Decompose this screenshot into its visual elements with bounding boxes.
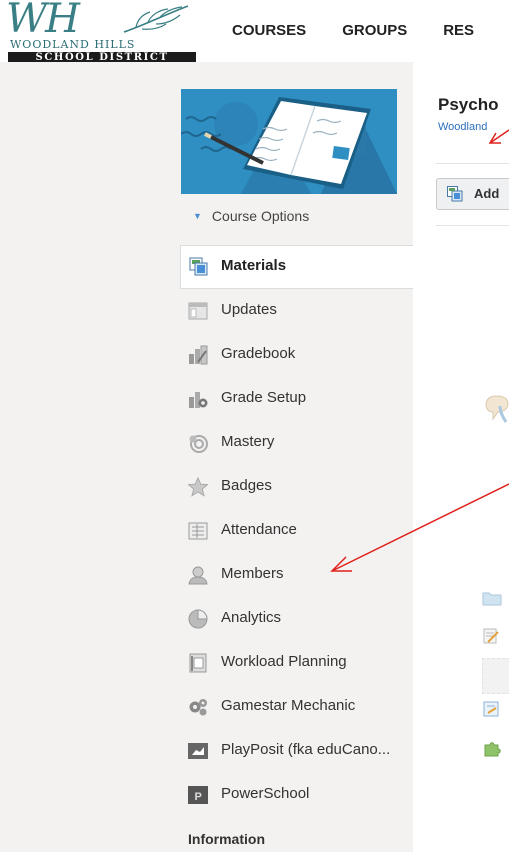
gradebook-icon (189, 345, 208, 365)
sidebar-item-label: Gamestar Mechanic (221, 697, 356, 714)
placeholder-block (482, 658, 509, 694)
powerschool-icon: P (188, 786, 208, 804)
sidebar-item-label: Materials (221, 257, 287, 274)
sidebar-item-label: PowerSchool (221, 785, 310, 802)
course-title: Psycho (438, 95, 499, 114)
test-quiz-icon (483, 701, 499, 717)
logo-mark: WH (6, 0, 80, 42)
sidebar-item-mastery[interactable]: Mastery (181, 421, 413, 465)
badges-icon (188, 477, 208, 497)
nav-groups[interactable]: GROUPS (342, 22, 407, 39)
sidebar-item-gamestar-mechanic[interactable]: Gamestar Mechanic (181, 685, 413, 729)
course-school-link[interactable]: Woodland (438, 121, 487, 133)
assignment-icon (483, 628, 499, 644)
divider (436, 163, 509, 164)
materials-icon (189, 257, 208, 276)
sidebar-item-label: Grade Setup (221, 389, 307, 406)
sidebar-item-members[interactable]: Members (181, 553, 413, 597)
sidebar-item-label: Gradebook (221, 345, 296, 362)
mastery-icon (189, 435, 208, 453)
sidebar-item-workload-planning[interactable]: Workload Planning (181, 641, 413, 685)
grade-setup-icon (189, 392, 208, 408)
analytics-icon (188, 609, 208, 629)
triangle-down-icon: ▼ (193, 211, 202, 221)
add-materials-icon (447, 186, 463, 202)
sidebar-item-updates[interactable]: Updates (181, 289, 413, 333)
sidebar-item-grade-setup[interactable]: Grade Setup (181, 377, 413, 421)
nav-courses[interactable]: COURSES (232, 22, 306, 39)
sidebar-item-label: Updates (221, 301, 277, 318)
folder-icon (482, 592, 502, 606)
add-materials-button[interactable]: Add (436, 178, 509, 210)
members-icon (188, 566, 208, 585)
puzzle-piece-icon (484, 742, 501, 757)
updates-icon (188, 302, 208, 320)
comment-bubble-icon (485, 395, 509, 423)
nav-resources[interactable]: RES (443, 22, 474, 39)
information-heading: Information (188, 831, 265, 847)
sidebar-item-playposit[interactable]: PlayPosit (fka eduCano... (181, 729, 413, 773)
course-options-label: Course Options (211, 208, 310, 224)
top-header: WH WOODLAND HILLS SCHOOL DISTRICT COURSE… (0, 0, 509, 63)
workload-planning-icon (189, 653, 207, 673)
open-book-illustration-icon (181, 89, 397, 194)
add-button-label: Add (474, 186, 500, 201)
district-logo[interactable]: WH WOODLAND HILLS SCHOOL DISTRICT (4, 0, 196, 63)
sidebar-item-label: Attendance (221, 521, 297, 538)
svg-text:P: P (195, 791, 202, 803)
sidebar-item-gradebook[interactable]: Gradebook (181, 333, 413, 377)
course-menu: Materials Updates Gradebook Grade Setup (180, 245, 413, 817)
course-options-toggle[interactable]: ▼ Course Options (193, 208, 309, 224)
sidebar-item-label: Badges (221, 477, 272, 494)
sidebar-item-label: Analytics (221, 609, 282, 626)
logo-leaf-icon (123, 5, 189, 33)
divider (436, 225, 509, 226)
top-nav: COURSES GROUPS RES (232, 22, 509, 39)
course-main: Psycho Woodland Add (414, 62, 509, 852)
sidebar-item-label: Members (221, 565, 284, 582)
sidebar-item-materials[interactable]: Materials (180, 245, 413, 289)
attendance-icon (188, 522, 208, 540)
sidebar-item-analytics[interactable]: Analytics (181, 597, 413, 641)
logo-name: WOODLAND HILLS (10, 38, 136, 51)
course-profile-image (181, 89, 397, 194)
sidebar-item-label: Mastery (221, 433, 275, 450)
sidebar-item-badges[interactable]: Badges (181, 465, 413, 509)
sidebar-item-powerschool[interactable]: P PowerSchool (181, 773, 413, 817)
sidebar-item-attendance[interactable]: Attendance (181, 509, 413, 553)
sidebar-item-label: PlayPosit (fka eduCano... (221, 741, 391, 758)
playposit-icon (188, 743, 208, 759)
gamestar-icon (189, 699, 207, 716)
sidebar-item-label: Workload Planning (221, 653, 347, 670)
